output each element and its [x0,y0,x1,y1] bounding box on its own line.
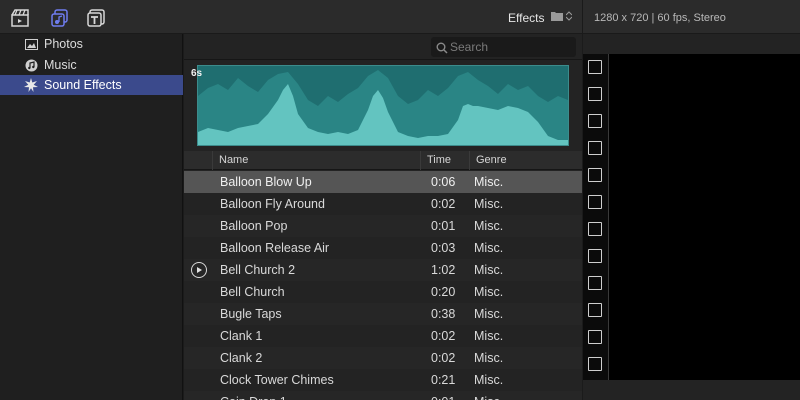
music-photo-icon[interactable] [50,8,70,28]
clapper-icon[interactable] [10,8,30,28]
row-time: 0:02 [431,329,456,343]
table-row[interactable]: Balloon Fly Around 0:02 Misc. [184,193,582,215]
film-frame [588,303,602,317]
table-row[interactable]: Balloon Release Air 0:03 Misc. [184,237,582,259]
table-row[interactable]: Bugle Taps 0:38 Misc. [184,303,582,325]
film-frame [588,87,602,101]
row-name: Bell Church [220,285,285,299]
row-time: 0:02 [431,197,456,211]
film-frame [588,168,602,182]
column-header-name[interactable]: Name [212,151,420,170]
row-name: Bell Church 2 [220,263,296,277]
viewer-top-bar [583,34,800,54]
film-frame [588,222,602,236]
row-genre: Misc. [474,263,504,277]
row-genre: Misc. [474,329,504,343]
viewer-bottom-bar [583,380,800,400]
sidebar-item-music[interactable]: Music [0,55,183,75]
viewer-format-info: 1280 x 720 | 60 fps, Stereo [594,12,726,24]
film-strip [583,54,609,380]
top-toolbar: Effects 1280 x 720 | 60 fps, Stereo [0,0,800,34]
sidebar-item-label: Music [44,58,77,72]
row-time: 0:01 [431,391,455,400]
film-frame [588,60,602,74]
table-row[interactable]: Clank 2 0:02 Misc. [184,347,582,369]
row-time: 0:01 [431,219,456,233]
row-time: 0:20 [431,285,456,299]
sidebar-item-photos[interactable]: Photos [0,34,183,54]
music-icon [24,58,38,72]
sound-effects-list: Balloon Blow Up 0:06 Misc. Balloon Fly A… [184,171,582,400]
chevron-updown-icon[interactable] [565,11,573,22]
row-name: Clock Tower Chimes [220,373,334,387]
viewer [583,34,800,400]
sidebar-item-sound-effects[interactable]: Sound Effects [0,75,183,95]
row-time: 0:38 [431,307,456,321]
effects-browser: 6s Name Time Genre Balloon Blow Up 0:06 … [184,34,582,400]
row-name: Bugle Taps [220,307,282,321]
film-frame [588,330,602,344]
row-genre: Misc. [474,285,504,299]
search-input[interactable] [450,40,570,54]
row-genre: Misc. [474,197,504,211]
row-name: Balloon Release Air [220,241,330,255]
row-name: Coin Drop 1 [220,391,287,400]
row-genre: Misc. [474,175,504,189]
sound-effects-icon [24,78,38,92]
sidebar-item-label: Sound Effects [44,78,122,92]
film-frame [588,276,602,290]
photos-icon [24,37,38,51]
row-time: 0:06 [431,175,456,189]
row-name: Clank 1 [220,329,263,343]
film-frame [588,357,602,371]
search-bar [184,34,582,60]
table-row[interactable]: Clock Tower Chimes 0:21 Misc. [184,369,582,391]
row-time: 0:21 [431,373,456,387]
row-time: 0:03 [431,241,456,255]
film-frame [588,141,602,155]
film-frame [588,249,602,263]
play-icon[interactable] [191,262,207,278]
table-row[interactable]: Balloon Pop 0:01 Misc. [184,215,582,237]
table-header: Name Time Genre [184,151,582,170]
row-name: Balloon Fly Around [220,197,325,211]
table-row[interactable]: Bell Church 0:20 Misc. [184,281,582,303]
waveform-duration-label: 6s [191,68,203,79]
browser-title: Effects [508,11,545,25]
column-header-genre[interactable]: Genre [469,151,582,170]
row-name: Balloon Blow Up [220,175,312,189]
search-icon [436,41,448,54]
row-name: Balloon Pop [220,219,288,233]
table-row[interactable]: Bell Church 2 1:02 Misc. [184,259,582,281]
row-genre: Misc. [474,307,504,321]
column-header-time[interactable]: Time [420,151,469,170]
folder-icon[interactable] [551,11,563,24]
table-row[interactable]: Clank 1 0:02 Misc. [184,325,582,347]
toolbar-divider [582,0,583,34]
sidebar-item-label: Photos [44,37,83,51]
row-genre: Misc. [474,351,504,365]
search-box[interactable] [431,37,576,57]
row-name: Clank 2 [220,351,263,365]
sidebar: Photos Music Sound Effects [0,34,183,400]
row-genre: Misc. [474,373,504,387]
film-frame [588,195,602,209]
row-genre: Misc. [474,219,504,233]
table-row[interactable]: Balloon Blow Up 0:06 Misc. [184,171,582,193]
row-time: 0:02 [431,351,456,365]
row-genre: Misc. [474,241,504,255]
film-frame [588,114,602,128]
titles-icon[interactable] [86,8,106,28]
audio-waveform[interactable] [197,65,569,146]
row-genre: Misc. [474,391,503,400]
row-time: 1:02 [431,263,456,277]
table-row[interactable]: Coin Drop 1 0:01 Misc. [184,391,582,400]
